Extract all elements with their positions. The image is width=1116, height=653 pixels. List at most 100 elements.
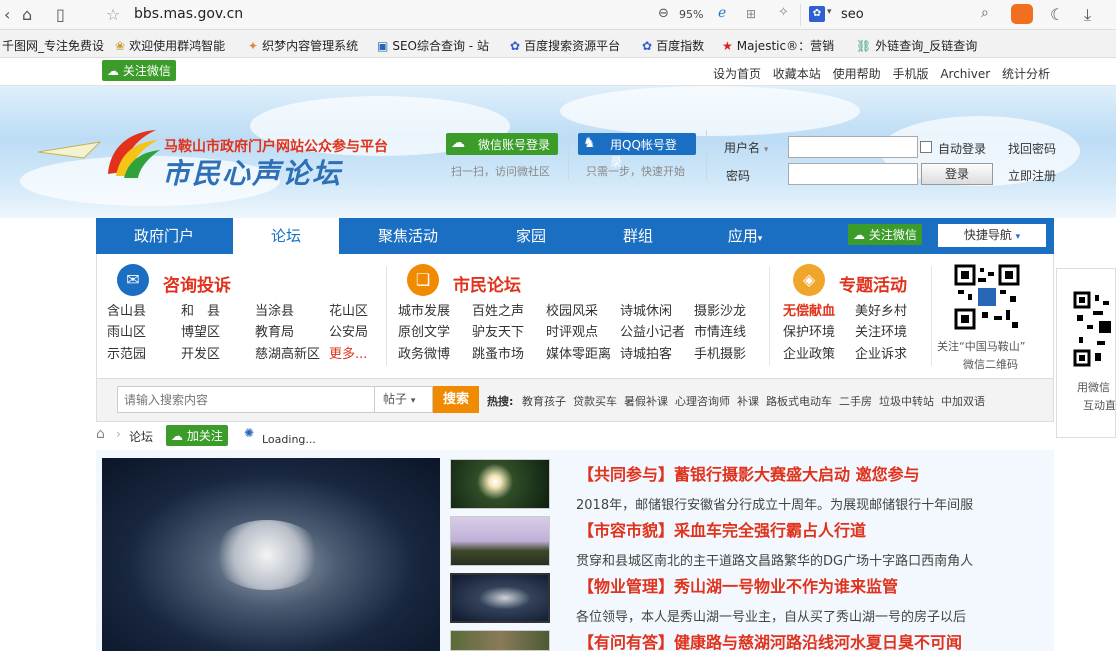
- hot-search-item[interactable]: 心理咨询师: [675, 395, 730, 408]
- panel-link[interactable]: 花山区: [329, 300, 368, 319]
- username-input[interactable]: [788, 136, 918, 158]
- search-type-select[interactable]: 帖子 ▾: [375, 386, 433, 413]
- hot-search-item[interactable]: 贷款买车: [573, 395, 617, 408]
- bookmark-item[interactable]: ★ Majestic®：营销: [722, 37, 834, 54]
- panel-link[interactable]: 原创文学: [398, 321, 450, 340]
- panel-link[interactable]: 关注环境: [855, 321, 907, 340]
- panel-link[interactable]: 和 县: [181, 300, 220, 319]
- panel-more-link[interactable]: 更多...: [329, 343, 367, 362]
- news-title[interactable]: 【市容市貌】采血车完全强行霸占人行道: [578, 517, 866, 541]
- panel-link[interactable]: 驴友天下: [472, 321, 524, 340]
- panel-link[interactable]: 示范园: [107, 343, 146, 362]
- bookmark-item[interactable]: ✿ 百度指数: [642, 37, 704, 54]
- gamepad-icon[interactable]: [1011, 4, 1033, 24]
- browser-search-box[interactable]: ✿ ▾ seo ⌕: [800, 4, 1000, 26]
- panel-link[interactable]: 公安局: [329, 321, 368, 340]
- home-icon[interactable]: ⌂: [22, 5, 32, 24]
- panel-link[interactable]: 政务微博: [398, 343, 450, 362]
- bookmark-item[interactable]: ❀ 欢迎使用群鸿智能: [115, 37, 225, 54]
- panel-link[interactable]: 教育局: [255, 321, 294, 340]
- search-button[interactable]: 搜索: [433, 386, 479, 413]
- address-url[interactable]: bbs.mas.gov.cn: [134, 6, 243, 22]
- panel-link[interactable]: 媒体零距离: [546, 343, 611, 362]
- login-button[interactable]: 登录: [921, 163, 993, 185]
- panel-link[interactable]: 雨山区: [107, 321, 146, 340]
- thumb-trees[interactable]: [450, 630, 550, 651]
- nav-wechat-button[interactable]: ☁ 关注微信: [848, 224, 922, 245]
- thumb-cloud[interactable]: [450, 573, 550, 623]
- link-archiver[interactable]: Archiver: [940, 67, 990, 81]
- breadcrumb-current[interactable]: 论坛: [129, 428, 153, 445]
- wechat-follow-button[interactable]: ☁ 关注微信: [102, 60, 176, 81]
- thumb-flower[interactable]: [450, 459, 550, 509]
- hot-search-item[interactable]: 暑假补课: [624, 395, 668, 408]
- panel-link[interactable]: 美好乡村: [855, 300, 907, 319]
- link-set-home[interactable]: 设为首页: [713, 67, 761, 81]
- panel-link[interactable]: 手机摄影: [694, 343, 746, 362]
- grid-icon[interactable]: ⊞: [746, 7, 756, 21]
- star-bookmark-icon[interactable]: ☆: [106, 5, 120, 24]
- panel-link[interactable]: 诗城休闲: [620, 300, 672, 319]
- panel-link[interactable]: 企业政策: [783, 343, 835, 362]
- bookmark-item[interactable]: ✿ 百度搜索资源平台: [510, 37, 620, 54]
- search-input[interactable]: [117, 386, 375, 413]
- panel-link[interactable]: 企业诉求: [855, 343, 907, 362]
- password-input[interactable]: [788, 163, 918, 185]
- panel-link[interactable]: 诗城拍客: [620, 343, 672, 362]
- hot-search-item[interactable]: 补课: [737, 395, 759, 408]
- hot-search-item[interactable]: 二手房: [839, 395, 872, 408]
- panel-link[interactable]: 无偿献血: [783, 300, 835, 319]
- panel-link[interactable]: 博望区: [181, 321, 220, 340]
- panel-link[interactable]: 开发区: [181, 343, 220, 362]
- zoom-icon[interactable]: ⊖: [658, 6, 669, 21]
- panel-link[interactable]: 摄影沙龙: [694, 300, 746, 319]
- link-favorite[interactable]: 收藏本站: [773, 67, 821, 81]
- follow-button[interactable]: ☁ 加关注: [166, 425, 228, 446]
- nav-gov-portal[interactable]: 政府门户: [96, 218, 232, 254]
- panel-link[interactable]: 当涂县: [255, 300, 294, 319]
- hot-search-item[interactable]: 教育孩子: [522, 395, 566, 408]
- reader-icon[interactable]: ▯: [56, 5, 65, 24]
- link-mobile[interactable]: 手机版: [892, 67, 928, 81]
- bookmark-item[interactable]: ▣ SEO综合查询 - 站: [377, 37, 489, 54]
- link-stats[interactable]: 统计分析: [1002, 67, 1050, 81]
- qq-login-button[interactable]: ♞ 用QQ帐号登录: [578, 133, 696, 169]
- back-icon[interactable]: ‹: [4, 5, 10, 24]
- hot-search-item[interactable]: 中加双语: [941, 395, 985, 408]
- wechat-login-button[interactable]: ☁ 微信账号登录: [446, 133, 558, 155]
- quick-nav-button[interactable]: 快捷导航 ▾: [938, 224, 1046, 247]
- nav-groups[interactable]: 群组: [586, 218, 690, 254]
- bookmark-item[interactable]: ✦ 织梦内容管理系统: [248, 37, 358, 54]
- panel-link[interactable]: 百姓之声: [472, 300, 524, 319]
- panel-link[interactable]: 城市发展: [398, 300, 450, 319]
- thumb-landscape[interactable]: [450, 516, 550, 566]
- panel-link[interactable]: 保护环境: [783, 321, 835, 340]
- panel-link[interactable]: 含山县: [107, 300, 146, 319]
- home-icon[interactable]: ⌂: [96, 426, 105, 442]
- news-title[interactable]: 【有问有答】健康路与慈湖河路沿线河水夏日臭不可闻: [578, 629, 962, 653]
- forgot-password-link[interactable]: 找回密码: [1008, 140, 1056, 157]
- ie-icon[interactable]: ℯ: [718, 5, 726, 21]
- moon-icon[interactable]: ☾: [1050, 5, 1064, 24]
- link-help[interactable]: 使用帮助: [833, 67, 881, 81]
- search-icon[interactable]: ⌕: [981, 5, 989, 21]
- download-icon[interactable]: ⤓: [1084, 5, 1091, 25]
- news-title[interactable]: 【共同参与】蓄银行摄影大赛盛大启动 邀您参与: [578, 461, 920, 485]
- hot-search-item[interactable]: 垃圾中转站: [879, 395, 934, 408]
- nav-activities[interactable]: 聚焦活动: [340, 218, 476, 254]
- panel-link[interactable]: 公益小记者: [620, 321, 685, 340]
- panel-link[interactable]: 市情连线: [694, 321, 746, 340]
- bookmark-item[interactable]: ⛓ 外链查询_反链查询: [856, 37, 977, 54]
- panel-link[interactable]: 跳蚤市场: [472, 343, 524, 362]
- panel-link[interactable]: 时评观点: [546, 321, 598, 340]
- panel-link[interactable]: 慈湖高新区: [255, 343, 320, 362]
- nav-apps[interactable]: 应用▾: [690, 218, 800, 254]
- featured-slide-image[interactable]: [102, 458, 440, 651]
- hot-search-item[interactable]: 路板式电动车: [766, 395, 832, 408]
- auto-login-checkbox[interactable]: [920, 141, 932, 153]
- panel-link[interactable]: 校园风采: [546, 300, 598, 319]
- bookmark-item[interactable]: 千图网_专注免费设: [2, 37, 104, 54]
- nav-home[interactable]: 家园: [476, 218, 586, 254]
- news-title[interactable]: 【物业管理】秀山湖一号物业不作为谁来监管: [578, 573, 898, 597]
- register-link[interactable]: 立即注册: [1008, 167, 1056, 184]
